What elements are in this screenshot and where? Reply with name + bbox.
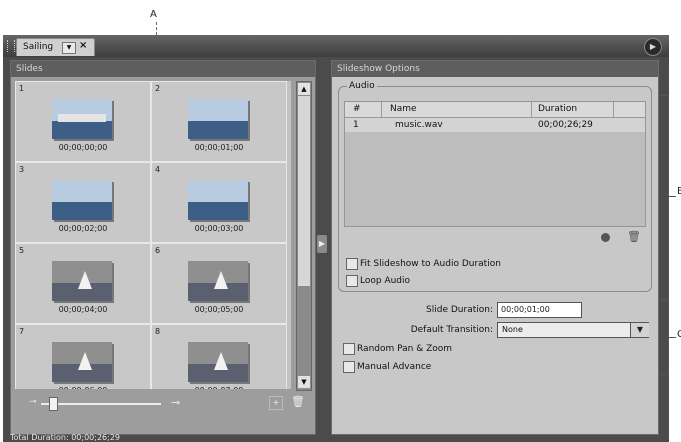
zoom-small-icon[interactable]: ⊸ — [29, 397, 37, 407]
audio-table: # Name Duration 1 music.wav 00;00;26;29 — [344, 101, 646, 227]
drag-grip-icon[interactable] — [7, 40, 15, 52]
manual-advance-checkbox[interactable] — [343, 361, 355, 373]
slide-thumbnail[interactable]: 6 00;00;05;00 — [151, 243, 287, 324]
slide-image — [188, 180, 248, 220]
options-panel-header: Slideshow Options — [332, 61, 658, 77]
new-slide-icon[interactable]: + — [269, 396, 283, 410]
slide-duration-input[interactable]: 00;00;01;00 — [497, 302, 582, 318]
add-audio-icon[interactable] — [601, 233, 610, 242]
slide-image — [52, 261, 112, 301]
audio-row-number: 1 — [353, 120, 359, 130]
default-transition-dropdown[interactable]: None ▼ — [497, 322, 649, 338]
zoom-large-icon[interactable]: ⊸ — [171, 396, 180, 409]
fit-to-audio-checkbox[interactable] — [346, 258, 358, 270]
callout-b-label: B — [677, 186, 681, 197]
loop-audio-label: Loop Audio — [360, 276, 411, 286]
slide-time: 00;00;07;00 — [152, 386, 286, 389]
collapse-panel-arrow-icon[interactable]: ▶ — [317, 235, 327, 253]
slide-thumbnail[interactable]: 2 00;00;01;00 — [151, 81, 287, 162]
column-header-name[interactable]: Name — [390, 104, 417, 114]
slides-panel: Slides 1 00;00;00;00 2 00;00;01;00 3 00;00;02… — [10, 60, 316, 435]
slide-number: 6 — [155, 246, 161, 255]
callout-c-line — [669, 337, 676, 338]
fit-to-audio-label: Fit Slideshow to Audio Duration — [360, 259, 501, 269]
slide-number: 3 — [19, 165, 25, 174]
loop-audio-checkbox[interactable] — [346, 275, 358, 287]
manual-advance-label: Manual Advance — [357, 362, 432, 372]
callout-a-label: A — [150, 9, 157, 20]
scroll-up-arrow-icon[interactable]: ▲ — [298, 83, 310, 95]
table-row[interactable]: 1 music.wav 00;00;26;29 — [345, 118, 645, 132]
default-transition-value: None — [502, 325, 523, 334]
random-pan-zoom-label: Random Pan & Zoom — [357, 344, 453, 354]
total-duration: Total Duration: 00;00;26;29 — [10, 433, 121, 442]
slide-image — [52, 342, 112, 382]
tab-close-icon[interactable]: × — [79, 40, 87, 51]
options-panel-title: Slideshow Options — [337, 64, 420, 74]
column-divider — [531, 102, 532, 117]
audio-group-label: Audio — [347, 81, 377, 91]
slide-time: 00;00;04;00 — [58, 305, 108, 314]
tab-menu-icon[interactable]: ▼ — [62, 42, 76, 54]
slide-number: 2 — [155, 84, 161, 93]
slide-image — [52, 180, 112, 220]
default-transition-label: Default Transition: — [410, 325, 493, 335]
slides-scrollbar[interactable]: ▲ ▼ — [296, 81, 312, 391]
callout-c-bracket — [660, 300, 669, 375]
callout-b-bracket — [660, 95, 669, 299]
slide-number: 7 — [19, 327, 25, 336]
slide-thumbnail[interactable]: 3 00;00;02;00 — [15, 162, 151, 243]
slide-time: 00;00;05;00 — [194, 305, 244, 314]
panel-menu-button[interactable]: ▶ — [644, 38, 662, 56]
tab-sailing[interactable]: Sailing ▼ × — [16, 38, 95, 56]
column-divider — [613, 102, 614, 117]
slide-time: 00;00;00;00 — [58, 143, 108, 152]
scroll-thumb[interactable] — [298, 96, 310, 286]
slides-panel-header: Slides — [11, 61, 315, 77]
slideshow-editor-window: Sailing ▼ × ▶ Slides 1 00;00;00;00 2 00;00;… — [3, 35, 669, 442]
slide-number: 4 — [155, 165, 161, 174]
slide-time: 00;00;06;00 — [16, 386, 150, 389]
audio-row-duration: 00;00;26;29 — [538, 120, 593, 130]
column-header-duration[interactable]: Duration — [538, 104, 577, 114]
scroll-down-arrow-icon[interactable]: ▼ — [298, 376, 310, 388]
slides-grid: 1 00;00;00;00 2 00;00;01;00 3 00;00;02;00 4 00;… — [15, 81, 291, 389]
delete-slide-icon[interactable]: 🗑 — [291, 395, 305, 408]
slide-image — [188, 99, 248, 139]
callout-b-line — [669, 196, 676, 197]
slider-knob[interactable] — [49, 397, 58, 411]
slide-number: 5 — [19, 246, 25, 255]
slide-thumbnail[interactable]: 5 00;00;04;00 — [15, 243, 151, 324]
callout-c-label: C — [677, 329, 681, 340]
slide-thumbnail[interactable]: 4 00;00;03;00 — [151, 162, 287, 243]
slide-thumbnail[interactable]: 7 00;00;06;00 — [15, 324, 151, 389]
slideshow-options-panel: Slideshow Options Audio # Name Duration … — [331, 60, 659, 435]
thumbnail-size-slider[interactable] — [41, 403, 161, 405]
slides-panel-title: Slides — [16, 64, 43, 74]
audio-group: Audio # Name Duration 1 music.wav 00;00;… — [338, 81, 652, 292]
slide-number: 1 — [19, 84, 25, 93]
random-pan-zoom-checkbox[interactable] — [343, 343, 355, 355]
tab-label: Sailing — [23, 42, 54, 52]
slide-time: 00;00;03;00 — [194, 224, 244, 233]
chevron-down-icon[interactable]: ▼ — [630, 323, 649, 337]
audio-table-header: # Name Duration — [345, 102, 645, 118]
slide-duration-label: Slide Duration: — [426, 305, 493, 315]
column-divider — [381, 102, 382, 117]
slide-number: 8 — [155, 327, 161, 336]
slide-image — [188, 342, 248, 382]
delete-audio-icon[interactable]: 🗑 — [627, 230, 641, 243]
audio-row-name: music.wav — [395, 120, 443, 130]
slide-thumbnail[interactable]: 8 00;00;07;00 — [151, 324, 287, 389]
slide-image — [52, 99, 112, 139]
slide-time: 00;00;01;00 — [194, 143, 244, 152]
slide-time: 00;00;02;00 — [58, 224, 108, 233]
slide-thumbnail[interactable]: 1 00;00;00;00 — [15, 81, 151, 162]
panel-tab-bar: Sailing ▼ × ▶ — [3, 35, 669, 57]
slide-image — [188, 261, 248, 301]
column-header-number[interactable]: # — [353, 104, 361, 114]
